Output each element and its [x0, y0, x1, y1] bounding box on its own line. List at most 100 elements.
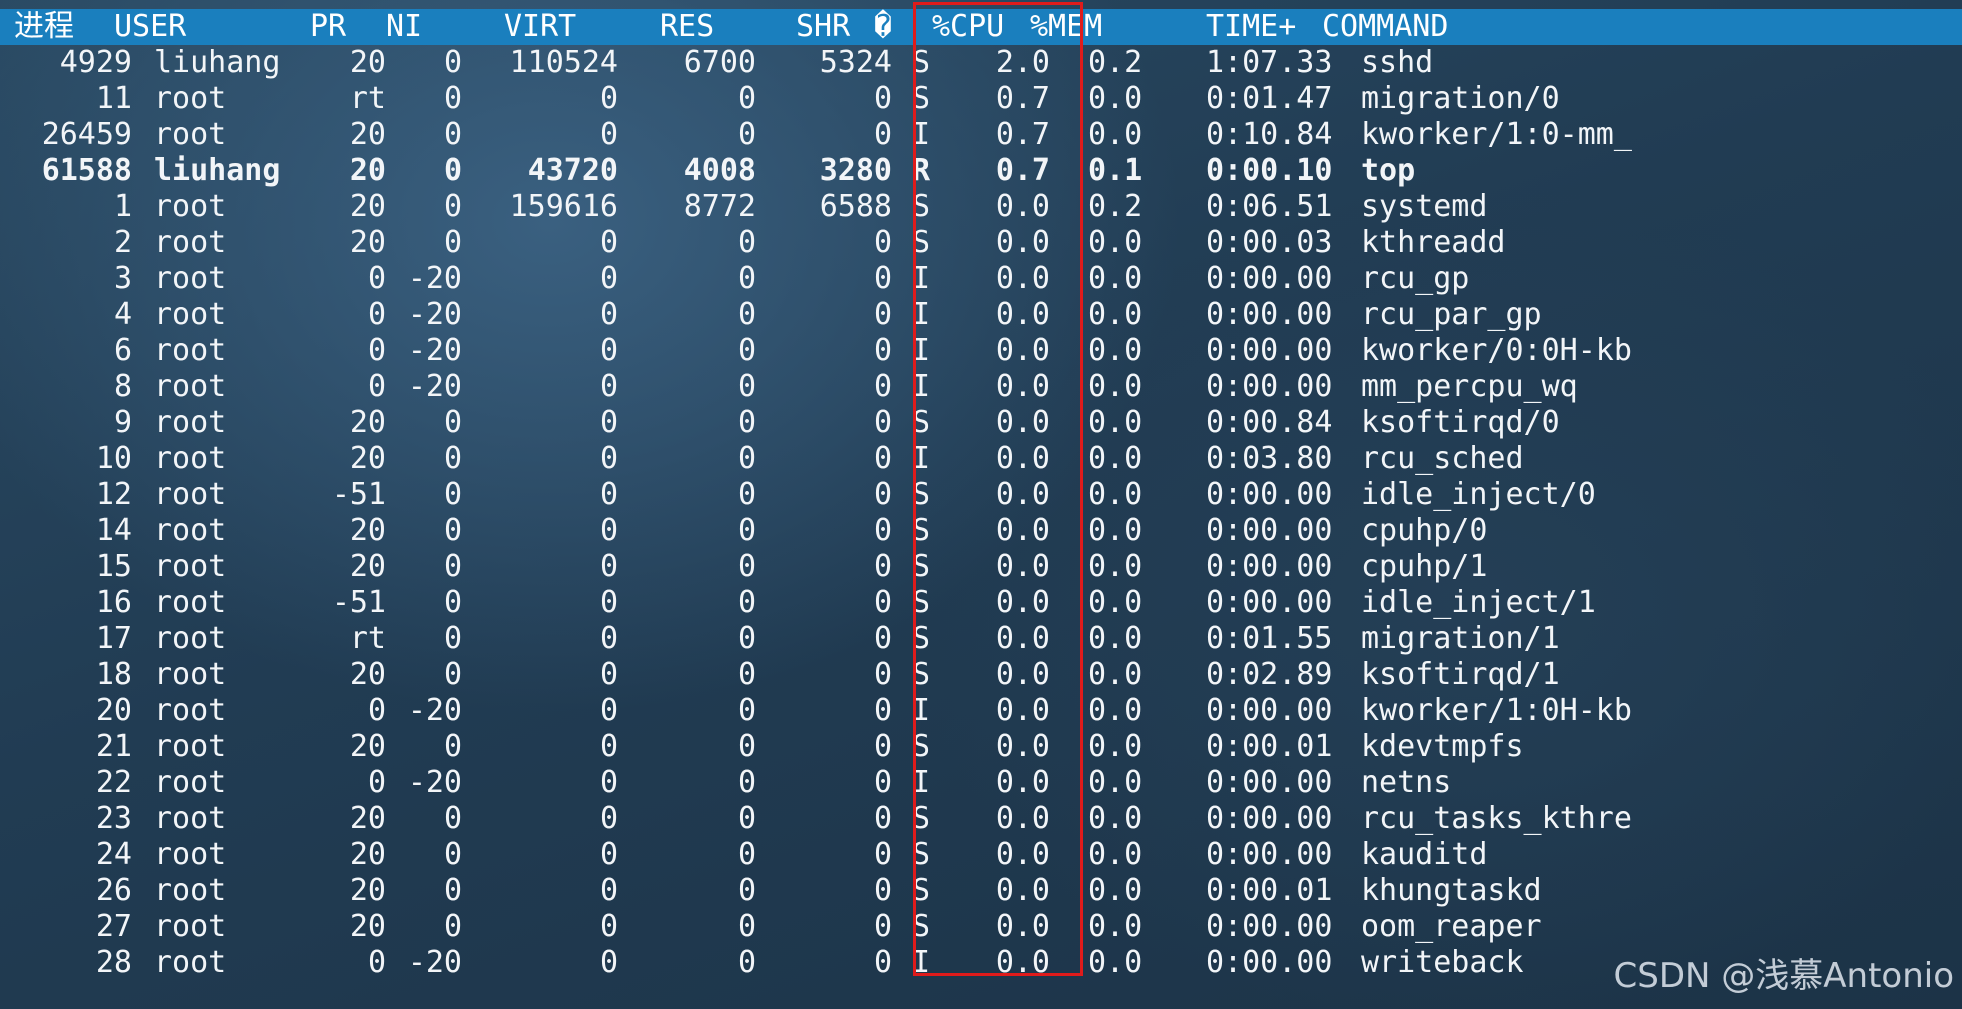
state-cell: I [912, 333, 931, 368]
shr-cell: 0 [873, 297, 892, 332]
process-row[interactable]: 10 root 20 0 0 0 0 I 0.0 0.0 0:03.80 rcu_sched [0, 441, 1962, 477]
process-row[interactable]: 27 root 20 0 0 0 0 S 0.0 0.0 0:00.00 oom_reaper [0, 909, 1962, 945]
cpu-cell: 0.0 [995, 873, 1050, 908]
command-cell: ksoftirqd/0 [1361, 405, 1560, 440]
shr-cell: 0 [873, 441, 892, 476]
cpu-cell: 0.0 [995, 369, 1050, 404]
process-row[interactable]: 12 root -51 0 0 0 0 S 0.0 0.0 0:00.00 idle_inject/0 [0, 477, 1962, 513]
state-cell: R [912, 153, 931, 188]
ni-cell: 0 [443, 81, 462, 116]
mem-cell: 0.0 [1088, 585, 1143, 620]
pr-cell: rt [349, 81, 386, 116]
ni-cell: -20 [407, 945, 462, 980]
process-row[interactable]: 23 root 20 0 0 0 0 S 0.0 0.0 0:00.00 rcu_tasks_kthr… [0, 801, 1962, 837]
process-row[interactable]: 11 root rt 0 0 0 0 S 0.7 0.0 0:01.47 migration/0 [0, 81, 1962, 117]
ni-cell: 0 [443, 189, 462, 224]
cpu-cell: 0.0 [995, 225, 1050, 260]
process-row[interactable]: 20 root 0 -20 0 0 0 I 0.0 0.0 0:00.00 kworker/1:0H-… [0, 693, 1962, 729]
user-cell: root [154, 477, 227, 512]
pr-cell: 20 [349, 405, 386, 440]
time-cell: 0:01.55 [1206, 621, 1333, 656]
res-cell: 0 [737, 513, 756, 548]
process-row[interactable]: 22 root 0 -20 0 0 0 I 0.0 0.0 0:00.00 netns [0, 765, 1962, 801]
header-shr: SHR [796, 9, 851, 44]
pid-cell: 28 [95, 945, 132, 980]
virt-cell: 159616 [509, 189, 618, 224]
ni-cell: -20 [407, 693, 462, 728]
pr-cell: 0 [367, 297, 386, 332]
ni-cell: 0 [443, 549, 462, 584]
shr-cell: 3280 [819, 153, 892, 188]
virt-cell: 0 [599, 297, 618, 332]
process-row[interactable]: 4929 liuhang 20 0 110524 6700 5324 S 2.0 0.2 1:07.… [0, 45, 1962, 81]
process-row[interactable]: 3 root 0 -20 0 0 0 I 0.0 0.0 0:00.00 rcu_gp [0, 261, 1962, 297]
pr-cell: -51 [331, 585, 386, 620]
process-row[interactable]: 4 root 0 -20 0 0 0 I 0.0 0.0 0:00.00 rcu_par_gp [0, 297, 1962, 333]
ni-cell: 0 [443, 621, 462, 656]
mem-cell: 0.0 [1088, 837, 1143, 872]
command-cell: oom_reaper [1361, 909, 1542, 944]
mem-cell: 0.0 [1088, 909, 1143, 944]
state-cell: S [912, 729, 931, 764]
ni-cell: 0 [443, 153, 462, 188]
process-row[interactable]: 17 root rt 0 0 0 0 S 0.0 0.0 0:01.55 migration/1 [0, 621, 1962, 657]
command-cell: migration/1 [1361, 621, 1560, 656]
process-row[interactable]: 18 root 20 0 0 0 0 S 0.0 0.0 0:02.89 ksoftirqd/1 [0, 657, 1962, 693]
process-row[interactable]: 24 root 20 0 0 0 0 S 0.0 0.0 0:00.00 kauditd [0, 837, 1962, 873]
res-cell: 0 [737, 837, 756, 872]
res-cell: 0 [737, 81, 756, 116]
user-cell: root [154, 801, 227, 836]
state-cell: S [912, 801, 931, 836]
process-row[interactable]: 26 root 20 0 0 0 0 S 0.0 0.0 0:00.01 khungtaskd [0, 873, 1962, 909]
mem-cell: 0.0 [1088, 225, 1143, 260]
cpu-cell: 0.0 [995, 549, 1050, 584]
command-cell: mm_percpu_wq [1361, 369, 1578, 404]
cpu-cell: 0.0 [995, 441, 1050, 476]
mem-cell: 0.0 [1088, 693, 1143, 728]
user-cell: root [154, 549, 227, 584]
process-row[interactable]: 15 root 20 0 0 0 0 S 0.0 0.0 0:00.00 cpuhp/1 [0, 549, 1962, 585]
process-row[interactable]: 26459 root 20 0 0 0 0 I 0.7 0.0 0:10.84 kworker/1:0… [0, 117, 1962, 153]
pr-cell: 20 [349, 117, 386, 152]
cpu-cell: 0.0 [995, 405, 1050, 440]
process-row[interactable]: 2 root 20 0 0 0 0 S 0.0 0.0 0:00.03 kthreadd [0, 225, 1962, 261]
virt-cell: 0 [599, 225, 618, 260]
ni-cell: -20 [407, 369, 462, 404]
state-cell: S [912, 873, 931, 908]
pr-cell: 20 [349, 729, 386, 764]
process-row[interactable]: 1 root 20 0 159616 8772 6588 S 0.0 0.2 0:06.51 syst… [0, 189, 1962, 225]
ni-cell: 0 [443, 45, 462, 80]
shr-cell: 0 [873, 693, 892, 728]
process-row[interactable]: 16 root -51 0 0 0 0 S 0.0 0.0 0:00.00 idle_inject/1 [0, 585, 1962, 621]
process-row[interactable]: 14 root 20 0 0 0 0 S 0.0 0.0 0:00.00 cpuhp/0 [0, 513, 1962, 549]
shr-cell: 0 [873, 837, 892, 872]
process-row[interactable]: 9 root 20 0 0 0 0 S 0.0 0.0 0:00.84 ksoftirqd/0 [0, 405, 1962, 441]
ni-cell: 0 [443, 837, 462, 872]
mem-cell: 0.0 [1088, 297, 1143, 332]
state-cell: S [912, 909, 931, 944]
user-cell: root [154, 657, 227, 692]
column-header-row: 进程 USER PR NI VIRT RES SHR � %CPU %MEM T… [0, 9, 1962, 45]
state-cell: S [912, 837, 931, 872]
pr-cell: 0 [367, 369, 386, 404]
cpu-cell: 0.0 [995, 909, 1050, 944]
user-cell: root [154, 441, 227, 476]
mem-cell: 0.0 [1088, 81, 1143, 116]
process-row[interactable]: 6 root 0 -20 0 0 0 I 0.0 0.0 0:00.00 kworker/0:0H-k… [0, 333, 1962, 369]
cpu-cell: 0.0 [995, 765, 1050, 800]
cpu-cell: 0.0 [995, 585, 1050, 620]
pr-cell: 20 [349, 837, 386, 872]
time-cell: 0:00.00 [1206, 801, 1333, 836]
shr-cell: 0 [873, 765, 892, 800]
header-state: � [874, 9, 893, 44]
shr-cell: 5324 [819, 45, 892, 80]
ni-cell: 0 [443, 477, 462, 512]
header-proc: 进程 [14, 9, 74, 44]
virt-cell: 0 [599, 81, 618, 116]
process-row[interactable]: 61588 liuhang 20 0 43720 4008 3280 R 0.7 0.1 0:00.… [0, 153, 1962, 189]
res-cell: 4008 [683, 153, 756, 188]
process-row[interactable]: 21 root 20 0 0 0 0 S 0.0 0.0 0:00.01 kdevtmpfs [0, 729, 1962, 765]
process-row[interactable]: 8 root 0 -20 0 0 0 I 0.0 0.0 0:00.00 mm_percpu_wq [0, 369, 1962, 405]
shr-cell: 0 [873, 729, 892, 764]
cpu-cell: 0.0 [995, 657, 1050, 692]
